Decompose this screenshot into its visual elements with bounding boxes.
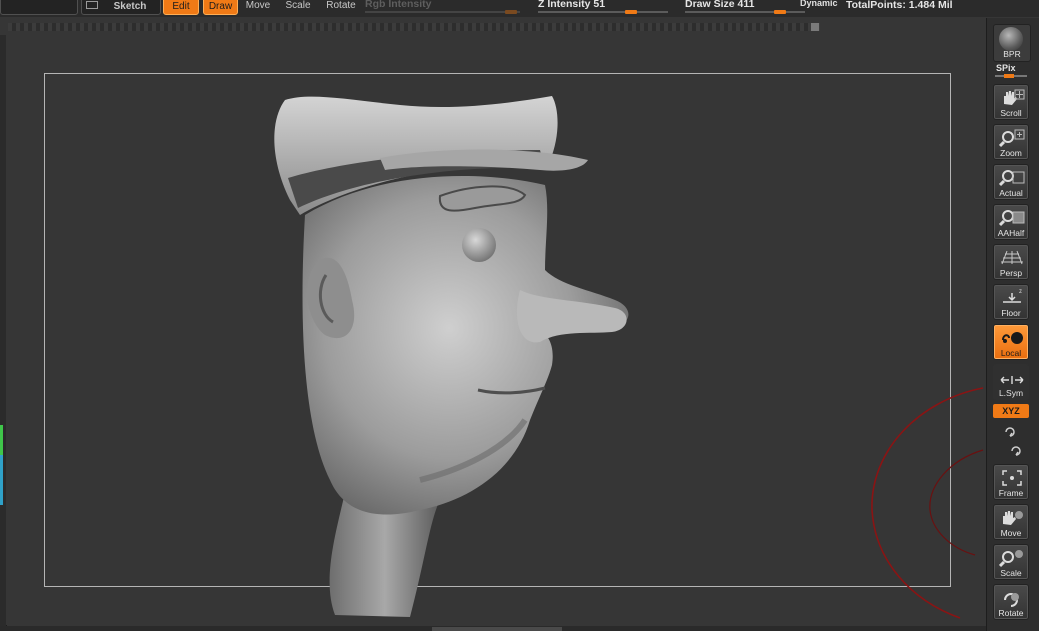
- xyz-label: XYZ: [1002, 406, 1020, 416]
- hand-scroll-icon: [1004, 89, 1025, 105]
- scroll-label: Scroll: [1000, 108, 1022, 118]
- zoom-button[interactable]: Zoom: [993, 124, 1029, 160]
- rotate-shelf-label: Rotate: [998, 608, 1024, 618]
- bpr-label: BPR: [1003, 49, 1021, 59]
- svg-text:z: z: [1019, 289, 1022, 295]
- magnifier-zoom-icon: [999, 129, 1025, 148]
- hand-move-icon: [1003, 511, 1023, 525]
- spix-label: SPix: [996, 63, 1016, 73]
- floor-button[interactable]: z Floor: [993, 284, 1029, 320]
- scroll-button[interactable]: Scroll: [993, 84, 1029, 120]
- magnifier-scale-icon: [999, 550, 1023, 568]
- persp-label: Persp: [999, 268, 1023, 278]
- aahalf-button[interactable]: AAHalf: [993, 204, 1029, 240]
- frame-label: Frame: [998, 488, 1024, 498]
- move-shelf-label: Move: [1000, 528, 1022, 538]
- actual-size-icon: [999, 170, 1025, 187]
- actual-label: Actual: [999, 188, 1023, 198]
- scale-shelf-label: Scale: [1000, 568, 1022, 578]
- lsym-arrows-icon: [1000, 376, 1024, 384]
- sculpt-head-model[interactable]: [0, 0, 986, 631]
- scale-shelf-button[interactable]: Scale: [993, 544, 1029, 580]
- lsym-button[interactable]: L.Sym: [993, 364, 1029, 400]
- rotate-shelf-button[interactable]: Rotate: [993, 584, 1029, 620]
- persp-button[interactable]: Persp: [993, 244, 1029, 280]
- bpr-sphere-icon: [999, 27, 1023, 51]
- frame-button[interactable]: Frame: [993, 464, 1029, 500]
- model-eye: [462, 228, 496, 262]
- perspective-grid-icon: [1001, 250, 1023, 265]
- xyz-rotate-button[interactable]: XYZ: [993, 404, 1029, 418]
- local-label: Local: [1000, 348, 1022, 358]
- aahalf-icon: [999, 210, 1025, 227]
- lsym-label: L.Sym: [998, 388, 1024, 398]
- zoom-label: Zoom: [1000, 148, 1022, 158]
- rotate-gizmo-inner-arc: [929, 449, 984, 556]
- floor-label: Floor: [1001, 308, 1021, 318]
- floor-grid-icon: z: [1003, 289, 1022, 303]
- bpr-button[interactable]: BPR: [993, 24, 1031, 62]
- local-symmetry-icon: [1002, 332, 1023, 344]
- local-button[interactable]: Local: [993, 324, 1029, 360]
- canvas-bottom-handle[interactable]: [432, 627, 562, 631]
- spix-knob[interactable]: [1004, 74, 1014, 78]
- actual-button[interactable]: Actual: [993, 164, 1029, 200]
- move-shelf-button[interactable]: Move: [993, 504, 1029, 540]
- frame-icon: [1002, 470, 1022, 486]
- rotate-icon: [1004, 593, 1019, 607]
- rotate-y-icon[interactable]: [1003, 424, 1017, 438]
- rotate-z-icon[interactable]: [1009, 443, 1023, 457]
- aahalf-label: AAHalf: [997, 228, 1025, 238]
- rotate-gizmo-outer-arc: [871, 387, 984, 619]
